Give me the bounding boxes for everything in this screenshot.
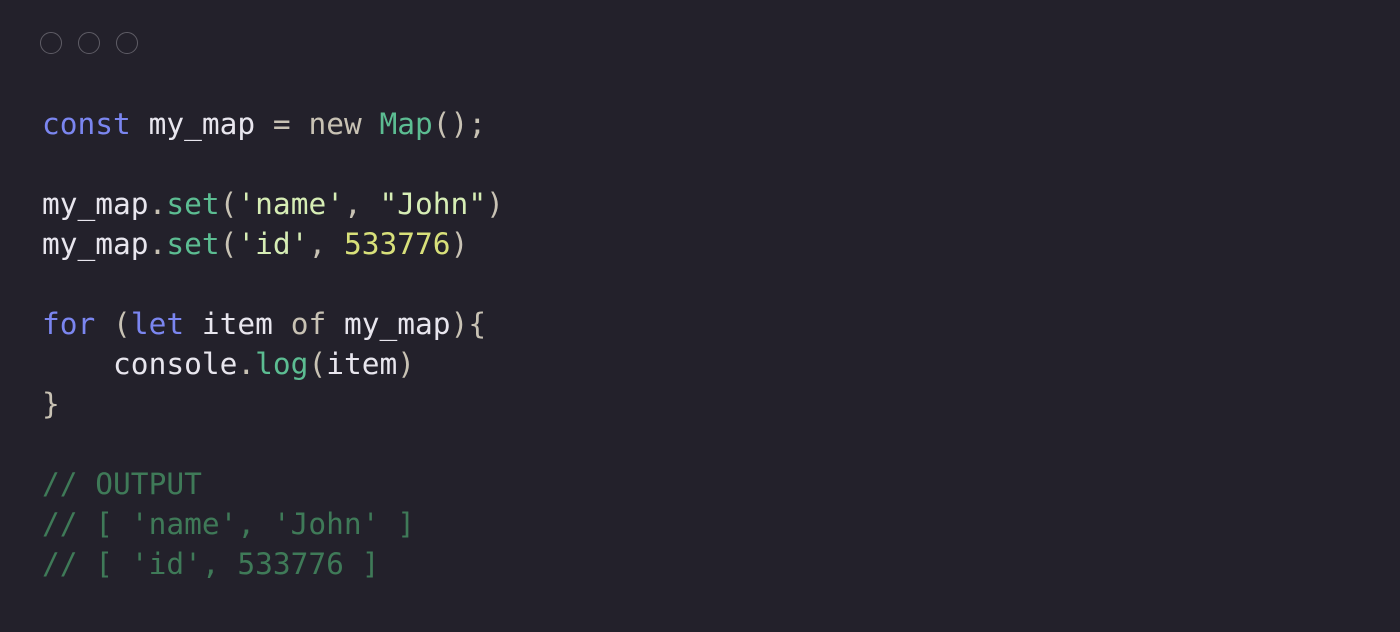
close-dot-icon[interactable] [40, 32, 62, 54]
code-token-keyword: for [42, 307, 96, 341]
code-line: for (let item of my_map){ [42, 304, 504, 344]
code-token-operator: . [148, 227, 167, 261]
code-token-class: Map [379, 107, 433, 141]
code-token-comment: // [ 'id', 533776 ] [42, 547, 380, 581]
code-token-plain: my_map [326, 307, 451, 341]
code-line: console.log(item) [42, 344, 504, 384]
code-line: const my_map = new Map(); [42, 104, 504, 144]
code-token-plain: console [42, 347, 238, 381]
code-token-operator: ) [486, 187, 504, 221]
code-token-operator: ){ [450, 307, 487, 341]
maximize-dot-icon[interactable] [116, 32, 138, 54]
code-token-comment: // [ 'name', 'John' ] [42, 507, 415, 541]
code-token-method: set [166, 227, 220, 261]
code-token-plain: item [326, 347, 398, 381]
code-token-keyword: let [130, 307, 185, 341]
code-token-operator: . [237, 347, 256, 381]
code-token-operator: , [308, 227, 344, 261]
code-token-number: 533776 [343, 227, 451, 261]
code-token-operator: . [148, 187, 167, 221]
minimize-dot-icon[interactable] [78, 32, 100, 54]
code-token-method: log [255, 347, 309, 381]
code-token-operator: ( [219, 187, 238, 221]
code-token-plain: item [184, 307, 291, 341]
code-line: my_map.set('id', 533776) [42, 224, 504, 264]
code-token-operator: ( [95, 307, 131, 341]
code-token-string: 'name' [237, 187, 344, 221]
code-block: const my_map = new Map(); my_map.set('nam… [42, 104, 504, 584]
code-token-comment: // OUTPUT [42, 467, 202, 501]
code-window: const my_map = new Map(); my_map.set('nam… [0, 0, 1400, 632]
code-token-string: 'id' [237, 227, 309, 261]
code-token-operator: = [272, 107, 291, 141]
code-token-operator: } [42, 387, 60, 421]
code-token-operator: new [308, 107, 362, 141]
code-token-string: "John" [379, 187, 487, 221]
code-token-operator: (); [432, 107, 487, 141]
code-token-plain: my_map [42, 227, 149, 261]
code-token-operator: ( [308, 347, 327, 381]
code-token-operator: of [290, 307, 327, 341]
code-token-keyword: const [42, 107, 131, 141]
code-line: } [42, 384, 504, 424]
code-token-operator: ) [450, 227, 469, 261]
window-controls [40, 32, 138, 54]
code-token-operator: ( [219, 227, 238, 261]
code-line: // [ 'name', 'John' ] [42, 504, 504, 544]
code-token-operator: ) [397, 347, 416, 381]
code-token-method: set [166, 187, 220, 221]
code-token-plain: my_map [130, 107, 273, 141]
code-line: // [ 'id', 533776 ] [42, 544, 504, 584]
code-line: // OUTPUT [42, 464, 504, 504]
code-token-plain: my_map [42, 187, 149, 221]
code-line: my_map.set('name', "John") [42, 184, 504, 224]
code-token-operator: , [343, 187, 380, 221]
